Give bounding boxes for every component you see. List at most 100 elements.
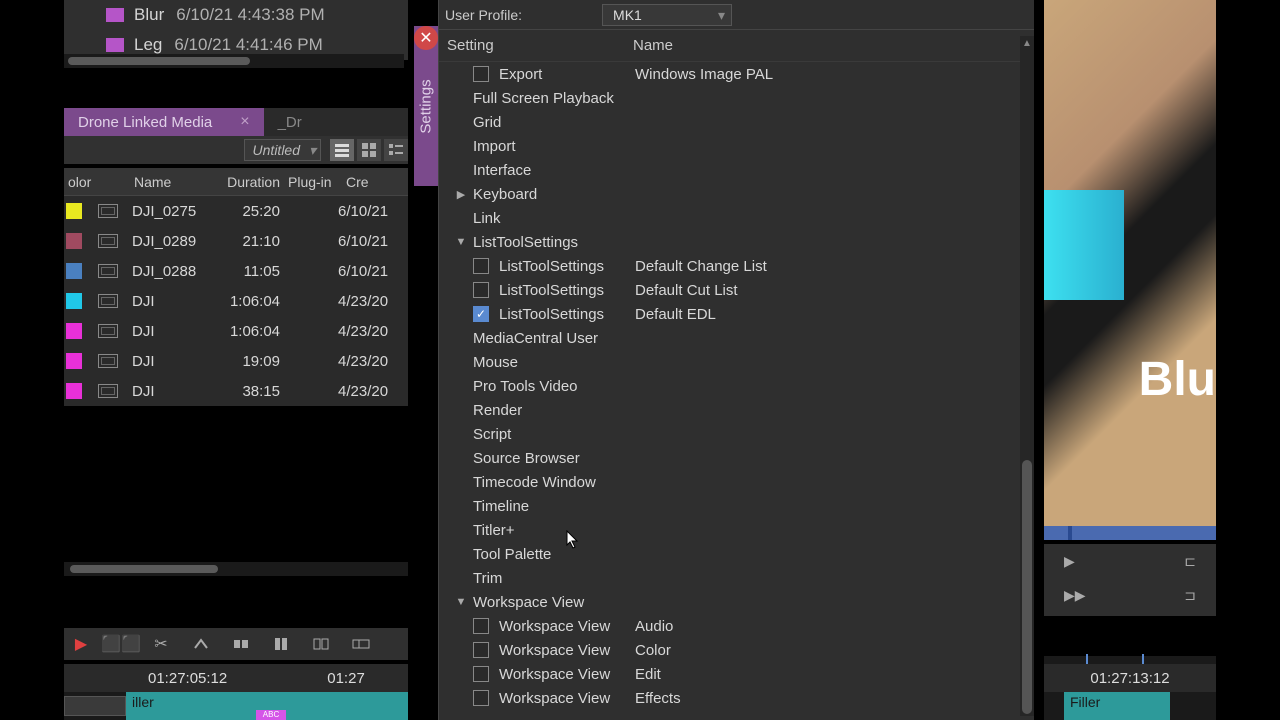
settings-tab[interactable]: Settings bbox=[414, 26, 438, 186]
settings-item[interactable]: Pro Tools Video bbox=[439, 374, 1034, 398]
video-frame: Blu bbox=[1044, 0, 1216, 530]
settings-item[interactable]: Titler+ bbox=[439, 518, 1034, 542]
horizontal-scrollbar[interactable] bbox=[64, 562, 408, 576]
settings-item[interactable]: Workspace ViewAudio bbox=[439, 614, 1034, 638]
column-header-duration[interactable]: Duration bbox=[210, 174, 284, 190]
settings-item[interactable]: ListToolSettingsDefault EDL bbox=[439, 302, 1034, 326]
settings-item[interactable]: Workspace ViewColor bbox=[439, 638, 1034, 662]
settings-item[interactable]: Render bbox=[439, 398, 1034, 422]
settings-item[interactable]: Mouse bbox=[439, 350, 1034, 374]
script-view-icon[interactable] bbox=[384, 139, 408, 161]
settings-item[interactable]: ▶Keyboard bbox=[439, 182, 1034, 206]
settings-item[interactable]: Import bbox=[439, 134, 1034, 158]
bin-view-dropdown[interactable]: Untitled bbox=[244, 139, 321, 161]
effect-badge[interactable]: ABC bbox=[256, 710, 286, 720]
mark-out-icon[interactable]: ⊐ bbox=[1184, 587, 1196, 604]
bin-row[interactable]: DJI_027525:206/10/21 bbox=[64, 196, 408, 226]
mark-in-icon[interactable]: ⊏ bbox=[1184, 553, 1196, 570]
column-header-setting[interactable]: Setting bbox=[439, 37, 633, 54]
settings-item[interactable]: Timeline bbox=[439, 494, 1034, 518]
bin-tab[interactable]: _Dr bbox=[264, 108, 316, 136]
overwrite-icon[interactable] bbox=[348, 631, 374, 657]
list-view-icon[interactable] bbox=[330, 139, 354, 161]
column-header-name[interactable]: Name bbox=[130, 174, 210, 190]
column-header-created[interactable]: Cre bbox=[342, 174, 402, 190]
color-swatch[interactable] bbox=[66, 203, 82, 219]
user-profile-dropdown[interactable]: MK1 bbox=[602, 4, 732, 26]
step-forward-icon[interactable]: ▶▶ bbox=[1064, 587, 1086, 604]
split-icon[interactable] bbox=[308, 631, 334, 657]
settings-item[interactable]: Tool Palette bbox=[439, 542, 1034, 566]
trim-icon[interactable] bbox=[268, 631, 294, 657]
settings-item[interactable]: Link bbox=[439, 206, 1034, 230]
settings-item[interactable]: Workspace ViewEdit bbox=[439, 662, 1034, 686]
color-swatch[interactable] bbox=[66, 323, 82, 339]
disclosure-triangle-icon[interactable]: ▼ bbox=[449, 596, 473, 608]
record-icon[interactable]: ▶ bbox=[68, 631, 94, 657]
color-swatch[interactable] bbox=[66, 233, 82, 249]
settings-item[interactable]: Full Screen Playback bbox=[439, 86, 1034, 110]
bin-row[interactable]: DJI19:094/23/20 bbox=[64, 346, 408, 376]
settings-item[interactable]: Grid bbox=[439, 110, 1034, 134]
play-icon[interactable]: ▶ bbox=[1064, 553, 1075, 570]
extract-icon[interactable] bbox=[228, 631, 254, 657]
horizontal-scrollbar[interactable] bbox=[64, 54, 404, 68]
bin-row[interactable]: DJI1:06:044/23/20 bbox=[64, 286, 408, 316]
column-header-plugin[interactable]: Plug-in bbox=[284, 174, 342, 190]
playhead-icon[interactable] bbox=[1068, 526, 1072, 540]
setting-label: Trim bbox=[473, 570, 502, 587]
column-header-color[interactable]: olor bbox=[64, 174, 98, 190]
checkbox[interactable] bbox=[473, 282, 489, 298]
disclosure-triangle-icon[interactable]: ▶ bbox=[449, 188, 473, 201]
scrollbar-thumb[interactable] bbox=[70, 565, 218, 573]
frame-view-icon[interactable] bbox=[357, 139, 381, 161]
vertical-scrollbar[interactable]: ▲ bbox=[1020, 36, 1034, 716]
checkbox[interactable] bbox=[473, 258, 489, 274]
timeline-clip[interactable]: iller ABC bbox=[126, 692, 408, 720]
checkbox[interactable] bbox=[473, 66, 489, 82]
bin-row[interactable]: DJI_028811:056/10/21 bbox=[64, 256, 408, 286]
color-swatch[interactable] bbox=[66, 353, 82, 369]
color-swatch[interactable] bbox=[66, 383, 82, 399]
setting-label: Import bbox=[473, 138, 516, 155]
track-patch[interactable] bbox=[64, 696, 126, 716]
checkbox[interactable] bbox=[473, 618, 489, 634]
color-swatch[interactable] bbox=[66, 293, 82, 309]
settings-item[interactable]: ExportWindows Image PAL bbox=[439, 62, 1034, 86]
settings-item[interactable]: MediaCentral User bbox=[439, 326, 1034, 350]
checkbox[interactable] bbox=[473, 306, 489, 322]
timeline-clip[interactable]: Filler bbox=[1064, 692, 1170, 720]
settings-item[interactable]: ▼Workspace View bbox=[439, 590, 1034, 614]
bin-row[interactable]: DJI1:06:044/23/20 bbox=[64, 316, 408, 346]
cut-icon[interactable]: ✂ bbox=[148, 631, 174, 657]
settings-item[interactable]: Workspace ViewEffects bbox=[439, 686, 1034, 710]
lift-icon[interactable] bbox=[188, 631, 214, 657]
settings-item[interactable]: Trim bbox=[439, 566, 1034, 590]
scrub-bar[interactable] bbox=[1044, 526, 1216, 540]
checkbox[interactable] bbox=[473, 642, 489, 658]
bin-row[interactable]: DJI_028921:106/10/21 bbox=[64, 226, 408, 256]
scrollbar-thumb[interactable] bbox=[1022, 460, 1032, 714]
settings-item[interactable]: ▼ListToolSettings bbox=[439, 230, 1034, 254]
settings-item[interactable]: Timecode Window bbox=[439, 470, 1034, 494]
file-row[interactable]: Blur 6/10/21 4:43:38 PM bbox=[64, 0, 408, 30]
settings-item[interactable]: Source Browser bbox=[439, 446, 1034, 470]
settings-item[interactable]: Script bbox=[439, 422, 1034, 446]
segment-mode-icon[interactable]: ⬛⬛ bbox=[108, 631, 134, 657]
bin-tab-active[interactable]: Drone Linked Media × bbox=[64, 108, 264, 136]
settings-item[interactable]: ListToolSettingsDefault Change List bbox=[439, 254, 1034, 278]
settings-item[interactable]: Interface bbox=[439, 158, 1034, 182]
close-icon[interactable]: ✕ bbox=[414, 26, 438, 50]
timeline-track[interactable]: Filler bbox=[1044, 692, 1216, 720]
settings-item[interactable]: ListToolSettingsDefault Cut List bbox=[439, 278, 1034, 302]
disclosure-triangle-icon[interactable]: ▼ bbox=[449, 236, 473, 248]
scrollbar-thumb[interactable] bbox=[68, 57, 250, 65]
timeline-track[interactable]: iller ABC bbox=[64, 692, 408, 720]
color-swatch[interactable] bbox=[66, 263, 82, 279]
checkbox[interactable] bbox=[473, 666, 489, 682]
checkbox[interactable] bbox=[473, 690, 489, 706]
column-header-name[interactable]: Name bbox=[633, 37, 673, 54]
bin-row[interactable]: DJI38:154/23/20 bbox=[64, 376, 408, 406]
scroll-up-icon[interactable]: ▲ bbox=[1022, 38, 1032, 49]
close-icon[interactable]: × bbox=[240, 113, 249, 131]
